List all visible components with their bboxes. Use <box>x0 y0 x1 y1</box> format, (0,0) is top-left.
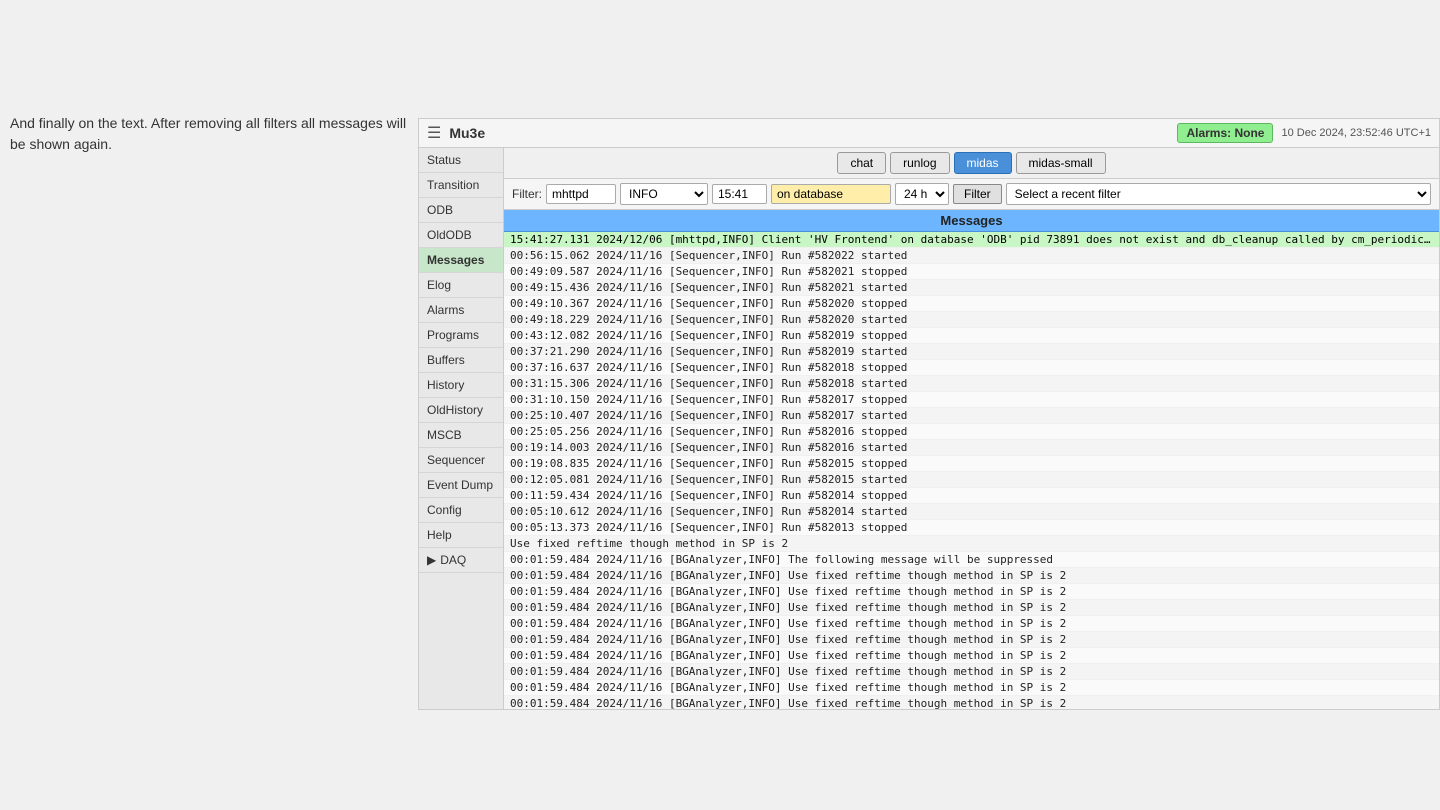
message-row: 00:01:59.484 2024/11/16 [BGAnalyzer,INFO… <box>504 696 1439 709</box>
message-row: 00:56:15.062 2024/11/16 [Sequencer,INFO]… <box>504 248 1439 264</box>
message-row: 00:01:59.484 2024/11/16 [BGAnalyzer,INFO… <box>504 600 1439 616</box>
filter-text-input[interactable] <box>546 184 616 204</box>
messages-panel: Messages 15:41:27.131 2024/12/06 [mhttpd… <box>504 210 1439 709</box>
sidebar-item-buffers[interactable]: Buffers <box>419 348 503 373</box>
sidebar-item-messages[interactable]: Messages <box>419 248 503 273</box>
sidebar-item-mscb[interactable]: MSCB <box>419 423 503 448</box>
main-content: StatusTransitionODBOldODBMessagesElogAla… <box>419 148 1439 709</box>
message-row: 00:01:59.484 2024/11/16 [BGAnalyzer,INFO… <box>504 680 1439 696</box>
nav-buttons: chatrunlogmidasmidas-small <box>504 148 1439 179</box>
sidebar-item-oldhistory[interactable]: OldHistory <box>419 398 503 423</box>
message-row: 00:01:59.484 2024/11/16 [BGAnalyzer,INFO… <box>504 664 1439 680</box>
sidebar: StatusTransitionODBOldODBMessagesElogAla… <box>419 148 504 709</box>
sidebar-item-programs[interactable]: Programs <box>419 323 503 348</box>
message-row: 00:01:59.484 2024/11/16 [BGAnalyzer,INFO… <box>504 584 1439 600</box>
filter-time-input[interactable] <box>712 184 767 204</box>
chevron-right-icon: ▶ <box>427 553 436 567</box>
sidebar-item-transition[interactable]: Transition <box>419 173 503 198</box>
sidebar-item-config[interactable]: Config <box>419 498 503 523</box>
message-row: 15:41:27.131 2024/12/06 [mhttpd,INFO] Cl… <box>504 232 1439 248</box>
message-row: 00:05:10.612 2024/11/16 [Sequencer,INFO]… <box>504 504 1439 520</box>
intro-text: And finally on the text. After removing … <box>10 113 410 155</box>
sidebar-item-history[interactable]: History <box>419 373 503 398</box>
message-row: 00:11:59.434 2024/11/16 [Sequencer,INFO]… <box>504 488 1439 504</box>
message-row: 00:01:59.484 2024/11/16 [BGAnalyzer,INFO… <box>504 632 1439 648</box>
sidebar-item-status[interactable]: Status <box>419 148 503 173</box>
filter-search-input[interactable] <box>771 184 891 204</box>
top-bar: ☰ Mu3e Alarms: None 10 Dec 2024, 23:52:4… <box>419 119 1439 148</box>
sidebar-item-alarms[interactable]: Alarms <box>419 298 503 323</box>
message-row: 00:12:05.081 2024/11/16 [Sequencer,INFO]… <box>504 472 1439 488</box>
app-title: Mu3e <box>449 125 485 141</box>
nav-btn-midas[interactable]: midas <box>954 152 1012 174</box>
top-bar-right: Alarms: None 10 Dec 2024, 23:52:46 UTC+1 <box>1177 123 1431 143</box>
filter-level-select[interactable]: INFODEBUGWARNINGERROR <box>620 183 708 205</box>
message-row: 00:01:59.484 2024/11/16 [BGAnalyzer,INFO… <box>504 648 1439 664</box>
sidebar-item-odb[interactable]: ODB <box>419 198 503 223</box>
message-row: 00:49:15.436 2024/11/16 [Sequencer,INFO]… <box>504 280 1439 296</box>
sidebar-item-oldodb[interactable]: OldODB <box>419 223 503 248</box>
message-row: 00:19:08.835 2024/11/16 [Sequencer,INFO]… <box>504 456 1439 472</box>
messages-header: Messages <box>504 210 1439 232</box>
nav-btn-chat[interactable]: chat <box>837 152 886 174</box>
nav-btn-runlog[interactable]: runlog <box>890 152 949 174</box>
message-row: 00:43:12.082 2024/11/16 [Sequencer,INFO]… <box>504 328 1439 344</box>
nav-btn-midas-small[interactable]: midas-small <box>1016 152 1106 174</box>
message-row: Use fixed reftime though method in SP is… <box>504 536 1439 552</box>
message-row: 00:05:13.373 2024/11/16 [Sequencer,INFO]… <box>504 520 1439 536</box>
message-row: 00:49:18.229 2024/11/16 [Sequencer,INFO]… <box>504 312 1439 328</box>
message-row: 00:25:05.256 2024/11/16 [Sequencer,INFO]… <box>504 424 1439 440</box>
message-row: 00:25:10.407 2024/11/16 [Sequencer,INFO]… <box>504 408 1439 424</box>
app-container: ☰ Mu3e Alarms: None 10 Dec 2024, 23:52:4… <box>418 118 1440 710</box>
sidebar-item-help[interactable]: Help <box>419 523 503 548</box>
message-row: 00:49:09.587 2024/11/16 [Sequencer,INFO]… <box>504 264 1439 280</box>
filter-button[interactable]: Filter <box>953 184 1002 204</box>
sidebar-item-eventdump[interactable]: Event Dump <box>419 473 503 498</box>
sidebar-item-daq[interactable]: ▶ DAQ <box>419 548 503 573</box>
message-row: 00:01:59.484 2024/11/16 [BGAnalyzer,INFO… <box>504 616 1439 632</box>
message-row: 00:31:15.306 2024/11/16 [Sequencer,INFO]… <box>504 376 1439 392</box>
message-row: 00:31:10.150 2024/11/16 [Sequencer,INFO]… <box>504 392 1439 408</box>
sidebar-item-sequencer[interactable]: Sequencer <box>419 448 503 473</box>
alarm-badge: Alarms: None <box>1177 123 1273 143</box>
message-row: 00:19:14.003 2024/11/16 [Sequencer,INFO]… <box>504 440 1439 456</box>
message-row: 00:49:10.367 2024/11/16 [Sequencer,INFO]… <box>504 296 1439 312</box>
recent-filter-select[interactable]: Select a recent filter <box>1006 183 1431 205</box>
message-row: 00:01:59.484 2024/11/16 [BGAnalyzer,INFO… <box>504 568 1439 584</box>
datetime-label: 10 Dec 2024, 23:52:46 UTC+1 <box>1281 127 1431 139</box>
content-area: chatrunlogmidasmidas-small Filter: INFOD… <box>504 148 1439 709</box>
hamburger-icon[interactable]: ☰ <box>427 123 441 143</box>
filter-duration-select[interactable]: 1 h6 h12 h24 h48 hall <box>895 183 949 205</box>
messages-list: 15:41:27.131 2024/12/06 [mhttpd,INFO] Cl… <box>504 232 1439 709</box>
message-row: 00:37:21.290 2024/11/16 [Sequencer,INFO]… <box>504 344 1439 360</box>
message-row: 00:37:16.637 2024/11/16 [Sequencer,INFO]… <box>504 360 1439 376</box>
sidebar-item-elog[interactable]: Elog <box>419 273 503 298</box>
message-row: 00:01:59.484 2024/11/16 [BGAnalyzer,INFO… <box>504 552 1439 568</box>
filter-label: Filter: <box>512 187 542 201</box>
filter-bar: Filter: INFODEBUGWARNINGERROR 1 h6 h12 h… <box>504 179 1439 210</box>
